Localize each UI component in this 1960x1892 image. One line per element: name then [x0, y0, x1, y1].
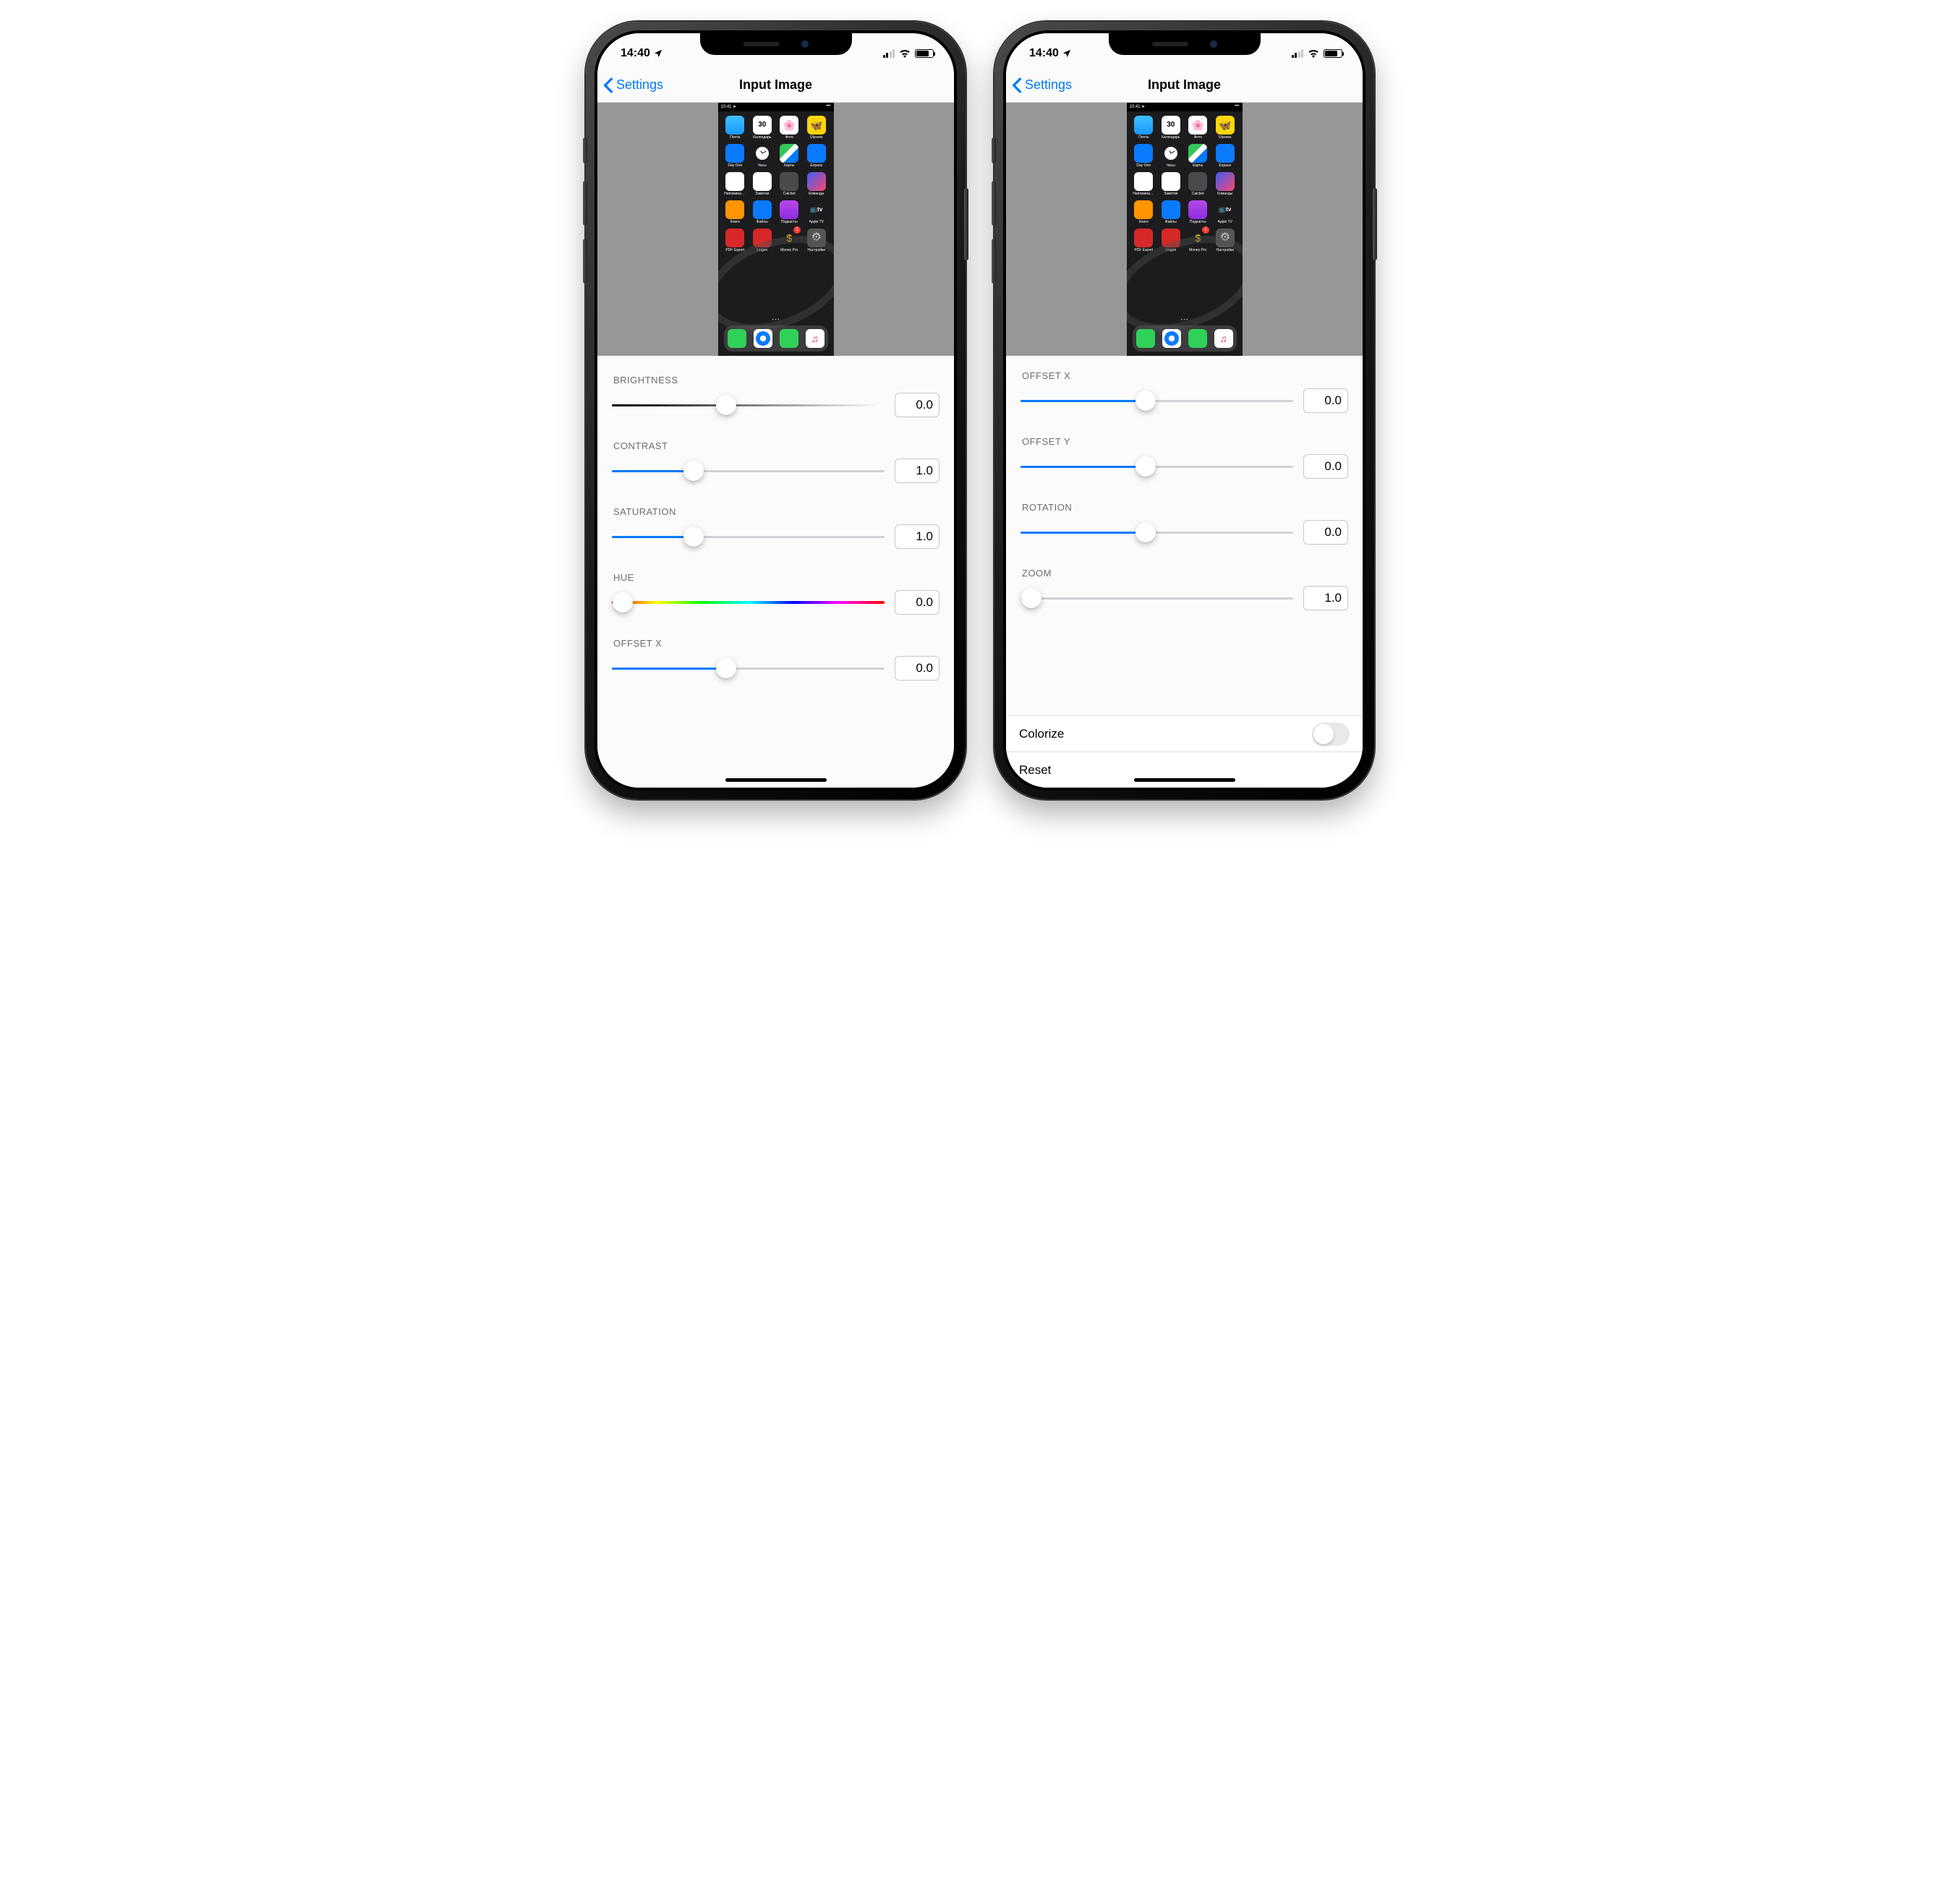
status-time: 14:40: [621, 47, 650, 60]
slider-contrast[interactable]: [612, 461, 885, 481]
value-input-zoom[interactable]: 1.0: [1303, 586, 1348, 610]
slider-thumb-offset_y[interactable]: [1135, 456, 1156, 477]
silence-switch: [992, 137, 996, 163]
preview-image: 10:41 ➤•••Почта30Календарь🌸Фото🦋UlyssesD…: [718, 103, 834, 356]
slider-label-hue: HUE: [613, 572, 939, 583]
slider-group-hue: HUE 0.0: [612, 572, 939, 615]
home-indicator[interactable]: [1134, 778, 1235, 782]
battery-icon: [915, 49, 934, 58]
slider-label-offset_x: OFFSET X: [613, 638, 939, 649]
back-label: Settings: [1025, 77, 1072, 93]
slider-offset_y[interactable]: [1021, 456, 1293, 477]
power-button: [1373, 188, 1377, 260]
slider-label-saturation: SATURATION: [613, 506, 939, 517]
slider-label-rotation: ROTATION: [1022, 502, 1348, 513]
slider-hue[interactable]: [612, 592, 885, 613]
slider-saturation[interactable]: [612, 527, 885, 547]
slider-thumb-hue[interactable]: [613, 592, 633, 613]
sliders-panel: OFFSET X 0.0 OFFSET Y 0.0 ROTATION 0.0 ZOOM 1.0: [1006, 356, 1363, 715]
slider-offset_x[interactable]: [1021, 391, 1293, 411]
nav-bar: Settings Input Image: [597, 68, 954, 103]
signal-icon: [1292, 49, 1304, 58]
value-input-saturation[interactable]: 1.0: [895, 524, 939, 549]
value-input-brightness[interactable]: 0.0: [895, 393, 939, 417]
signal-icon: [883, 49, 895, 58]
value-input-contrast[interactable]: 1.0: [895, 459, 939, 483]
battery-icon: [1324, 49, 1342, 58]
screen-left: 14:40 Settings Input Image 10:41 ➤•: [597, 33, 954, 788]
colorize-toggle[interactable]: [1312, 723, 1350, 746]
slider-group-offset_x: OFFSET X 0.0: [1021, 370, 1348, 413]
screen-right: 14:40 Settings Input Image 10:41 ➤•: [1006, 33, 1363, 788]
value-input-offset_y[interactable]: 0.0: [1303, 454, 1348, 479]
sliders-panel: BRIGHTNESS 0.0 CONTRAST 1.0 SATURATION 1.0 HUE…: [597, 356, 954, 788]
slider-label-contrast: CONTRAST: [613, 440, 939, 451]
phone-mockup-left: 14:40 Settings Input Image 10:41 ➤•: [586, 22, 966, 799]
slider-thumb-offset_x[interactable]: [1135, 391, 1156, 411]
slider-group-zoom: ZOOM 1.0: [1021, 568, 1348, 610]
back-button[interactable]: Settings: [597, 77, 663, 93]
slider-group-offset_y: OFFSET Y 0.0: [1021, 436, 1348, 479]
location-arrow-icon: [653, 48, 663, 59]
back-label: Settings: [616, 77, 663, 93]
slider-brightness[interactable]: [612, 395, 885, 415]
volume-up-button: [583, 181, 587, 226]
slider-label-offset_x: OFFSET X: [1022, 370, 1348, 381]
colorize-label: Colorize: [1019, 727, 1064, 741]
slider-thumb-saturation[interactable]: [683, 527, 704, 547]
slider-zoom[interactable]: [1021, 588, 1293, 608]
back-button[interactable]: Settings: [1006, 77, 1072, 93]
wifi-icon: [1308, 49, 1319, 58]
slider-thumb-contrast[interactable]: [683, 461, 704, 481]
phone-mockup-right: 14:40 Settings Input Image 10:41 ➤•: [994, 22, 1374, 799]
slider-group-contrast: CONTRAST 1.0: [612, 440, 939, 483]
notch: [1109, 33, 1261, 55]
chevron-left-icon: [603, 77, 613, 93]
value-input-rotation[interactable]: 0.0: [1303, 520, 1348, 545]
notch: [700, 33, 852, 55]
volume-down-button: [583, 239, 587, 284]
slider-group-rotation: ROTATION 0.0: [1021, 502, 1348, 545]
value-input-offset_x[interactable]: 0.0: [1303, 388, 1348, 413]
slider-label-brightness: BRIGHTNESS: [613, 375, 939, 385]
value-input-offset_x[interactable]: 0.0: [895, 656, 939, 681]
slider-group-saturation: SATURATION 1.0: [612, 506, 939, 549]
reset-row[interactable]: Reset: [1006, 751, 1363, 788]
slider-label-offset_y: OFFSET Y: [1022, 436, 1348, 447]
nav-bar: Settings Input Image: [1006, 68, 1363, 103]
preview-area: 10:41 ➤•••Почта30Календарь🌸Фото🦋UlyssesD…: [1006, 103, 1363, 356]
slider-thumb-rotation[interactable]: [1135, 522, 1156, 542]
slider-offset_x[interactable]: [612, 658, 885, 678]
location-arrow-icon: [1062, 48, 1072, 59]
silence-switch: [583, 137, 587, 163]
slider-thumb-brightness[interactable]: [716, 395, 736, 415]
reset-label: Reset: [1019, 763, 1051, 777]
wifi-icon: [899, 49, 911, 58]
slider-label-zoom: ZOOM: [1022, 568, 1348, 579]
slider-group-brightness: BRIGHTNESS 0.0: [612, 375, 939, 417]
chevron-left-icon: [1012, 77, 1022, 93]
home-indicator[interactable]: [725, 778, 827, 782]
colorize-row[interactable]: Colorize: [1006, 715, 1363, 751]
status-time: 14:40: [1029, 47, 1059, 60]
slider-thumb-offset_x[interactable]: [716, 658, 736, 678]
preview-area: 10:41 ➤•••Почта30Календарь🌸Фото🦋UlyssesD…: [597, 103, 954, 356]
volume-down-button: [992, 239, 996, 284]
power-button: [964, 188, 968, 260]
slider-group-offset_x: OFFSET X 0.0: [612, 638, 939, 681]
slider-rotation[interactable]: [1021, 522, 1293, 542]
preview-image: 10:41 ➤•••Почта30Календарь🌸Фото🦋UlyssesD…: [1127, 103, 1243, 356]
value-input-hue[interactable]: 0.0: [895, 590, 939, 615]
volume-up-button: [992, 181, 996, 226]
slider-thumb-zoom[interactable]: [1021, 588, 1041, 608]
